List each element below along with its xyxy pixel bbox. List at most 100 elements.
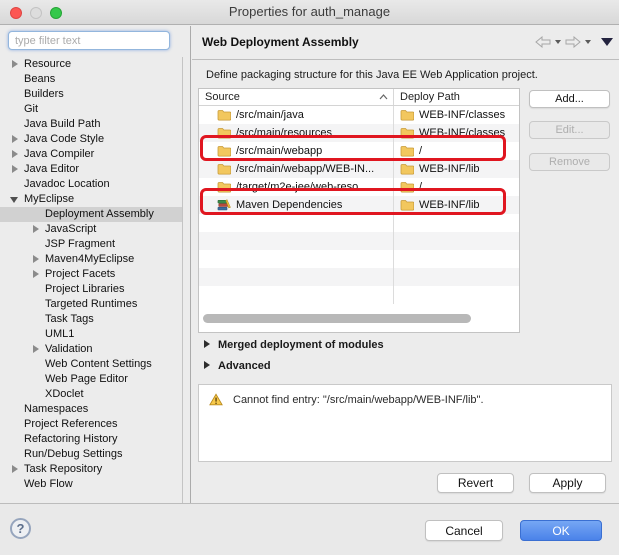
sidebar-item-java-compiler[interactable]: Java Compiler (0, 147, 182, 162)
table-empty-row (199, 232, 519, 250)
disclosure-triangle-icon[interactable] (33, 255, 39, 263)
warning-icon (209, 393, 223, 406)
add-button[interactable]: Add... (529, 90, 610, 108)
section-label: Merged deployment of modules (218, 339, 384, 351)
sidebar-item-label: Java Build Path (24, 118, 100, 130)
page-header: Web Deployment Assembly (192, 26, 619, 60)
disclosure-triangle-icon[interactable] (204, 340, 210, 348)
sidebar-item-java-editor[interactable]: Java Editor (0, 162, 182, 177)
revert-button[interactable]: Revert (437, 473, 514, 493)
sidebar-item-label: Javadoc Location (24, 178, 110, 190)
sidebar-item-deployment-assembly[interactable]: Deployment Assembly (0, 207, 182, 222)
sidebar-item-label: Maven4MyEclipse (45, 253, 134, 265)
page-title: Web Deployment Assembly (202, 35, 359, 49)
deployment-assembly-table[interactable]: Source Deploy Path /src/main/java WEB-IN… (198, 88, 520, 333)
forward-arrow-icon (565, 36, 581, 48)
sidebar-item-java-build-path[interactable]: Java Build Path (0, 117, 182, 132)
forward-dropdown-icon[interactable] (585, 40, 591, 44)
section-advanced[interactable]: Advanced (204, 360, 271, 372)
sidebar-item-task-tags[interactable]: Task Tags (0, 312, 182, 327)
properties-dialog: Properties for auth_manage Resource Bean… (0, 0, 619, 555)
sidebar-item-beans[interactable]: Beans (0, 72, 182, 87)
sidebar-item-git[interactable]: Git (0, 102, 182, 117)
sidebar-item-web-flow[interactable]: Web Flow (0, 477, 182, 492)
column-header-source[interactable]: Source (199, 89, 394, 105)
sidebar-item-uml1[interactable]: UML1 (0, 327, 182, 342)
sidebar-item-label: Git (24, 103, 38, 115)
sidebar-item-web-content-settings[interactable]: Web Content Settings (0, 357, 182, 372)
sidebar-item-project-references[interactable]: Project References (0, 417, 182, 432)
sidebar-item-project-libraries[interactable]: Project Libraries (0, 282, 182, 297)
back-dropdown-icon[interactable] (555, 40, 561, 44)
table-row[interactable]: /src/main/resources WEB-INF/classes (199, 124, 519, 142)
sidebar-item-label: UML1 (45, 328, 74, 340)
table-empty-row (199, 250, 519, 268)
page-description: Define packaging structure for this Java… (206, 69, 538, 81)
source-cell: /target/m2e-jee/web-reso... (236, 181, 367, 193)
source-cell: /src/main/resources (236, 127, 332, 139)
horizontal-scrollbar[interactable] (199, 304, 519, 332)
sidebar-item-targeted-runtimes[interactable]: Targeted Runtimes (0, 297, 182, 312)
sidebar-item-label: Java Editor (24, 163, 79, 175)
sidebar-item-javadoc-location[interactable]: Javadoc Location (0, 177, 182, 192)
disclosure-triangle-icon[interactable] (12, 135, 18, 143)
table-row[interactable]: Maven Dependencies WEB-INF/lib (199, 196, 519, 214)
sidebar-item-label: Refactoring History (24, 433, 118, 445)
source-cell: /src/main/webapp/WEB-IN... (236, 163, 374, 175)
remove-button: Remove (529, 153, 610, 171)
disclosure-triangle-icon[interactable] (12, 465, 18, 473)
sidebar-item-jsp-fragment[interactable]: JSP Fragment (0, 237, 182, 252)
sidebar-item-run-debug-settings[interactable]: Run/Debug Settings (0, 447, 182, 462)
sidebar-item-task-repository[interactable]: Task Repository (0, 462, 182, 477)
dialog-footer: ? Cancel OK (0, 503, 619, 555)
sidebar-item-web-page-editor[interactable]: Web Page Editor (0, 372, 182, 387)
folder-icon (400, 163, 414, 175)
help-button[interactable]: ? (10, 518, 31, 539)
sidebar-item-resource[interactable]: Resource (0, 57, 182, 72)
section-label: Advanced (218, 360, 271, 372)
sidebar-item-javascript[interactable]: JavaScript (0, 222, 182, 237)
table-row[interactable]: /src/main/webapp/WEB-IN... WEB-INF/lib (199, 160, 519, 178)
table-row[interactable]: /src/main/java WEB-INF/classes (199, 106, 519, 124)
column-header-deploy-path[interactable]: Deploy Path (394, 89, 519, 105)
section-merged-deployment[interactable]: Merged deployment of modules (204, 339, 384, 351)
disclosure-triangle-icon[interactable] (12, 165, 18, 173)
sidebar-item-label: Project Facets (45, 268, 115, 280)
sidebar-item-maven4myeclipse[interactable]: Maven4MyEclipse (0, 252, 182, 267)
deploy-path-cell: / (419, 181, 422, 193)
disclosure-triangle-icon[interactable] (10, 197, 18, 203)
disclosure-triangle-icon[interactable] (204, 361, 210, 369)
disclosure-triangle-icon[interactable] (33, 270, 39, 278)
folder-icon (400, 181, 414, 193)
table-row[interactable]: /target/m2e-jee/web-reso... / (199, 178, 519, 196)
sidebar-item-label: Validation (45, 343, 93, 355)
sidebar-item-refactoring-history[interactable]: Refactoring History (0, 432, 182, 447)
sidebar-item-label: Web Flow (24, 478, 73, 490)
table-row[interactable]: /src/main/webapp / (199, 142, 519, 160)
sidebar-item-validation[interactable]: Validation (0, 342, 182, 357)
cancel-button[interactable]: Cancel (425, 520, 503, 541)
sidebar-item-java-code-style[interactable]: Java Code Style (0, 132, 182, 147)
disclosure-triangle-icon[interactable] (12, 150, 18, 158)
apply-button[interactable]: Apply (529, 473, 606, 493)
sidebar-item-builders[interactable]: Builders (0, 87, 182, 102)
scrollbar-thumb[interactable] (203, 314, 471, 323)
ok-button[interactable]: OK (520, 520, 602, 541)
view-menu-icon[interactable] (601, 38, 613, 46)
sidebar-item-project-facets[interactable]: Project Facets (0, 267, 182, 282)
disclosure-triangle-icon[interactable] (33, 225, 39, 233)
sidebar-item-myeclipse[interactable]: MyEclipse (0, 192, 182, 207)
sidebar-item-label: Project References (24, 418, 118, 430)
sidebar-item-label: Namespaces (24, 403, 88, 415)
disclosure-triangle-icon[interactable] (12, 60, 18, 68)
disclosure-triangle-icon[interactable] (33, 345, 39, 353)
sidebar-item-label: Resource (24, 58, 71, 70)
sidebar-item-namespaces[interactable]: Namespaces (0, 402, 182, 417)
sidebar-item-label: JavaScript (45, 223, 96, 235)
back-arrow-icon (535, 36, 551, 48)
filter-input[interactable] (8, 31, 170, 50)
sidebar-item-xdoclet[interactable]: XDoclet (0, 387, 182, 402)
sidebar-item-label: Task Tags (45, 313, 94, 325)
sidebar-item-label: XDoclet (45, 388, 84, 400)
maven-dependencies-icon (217, 199, 231, 212)
